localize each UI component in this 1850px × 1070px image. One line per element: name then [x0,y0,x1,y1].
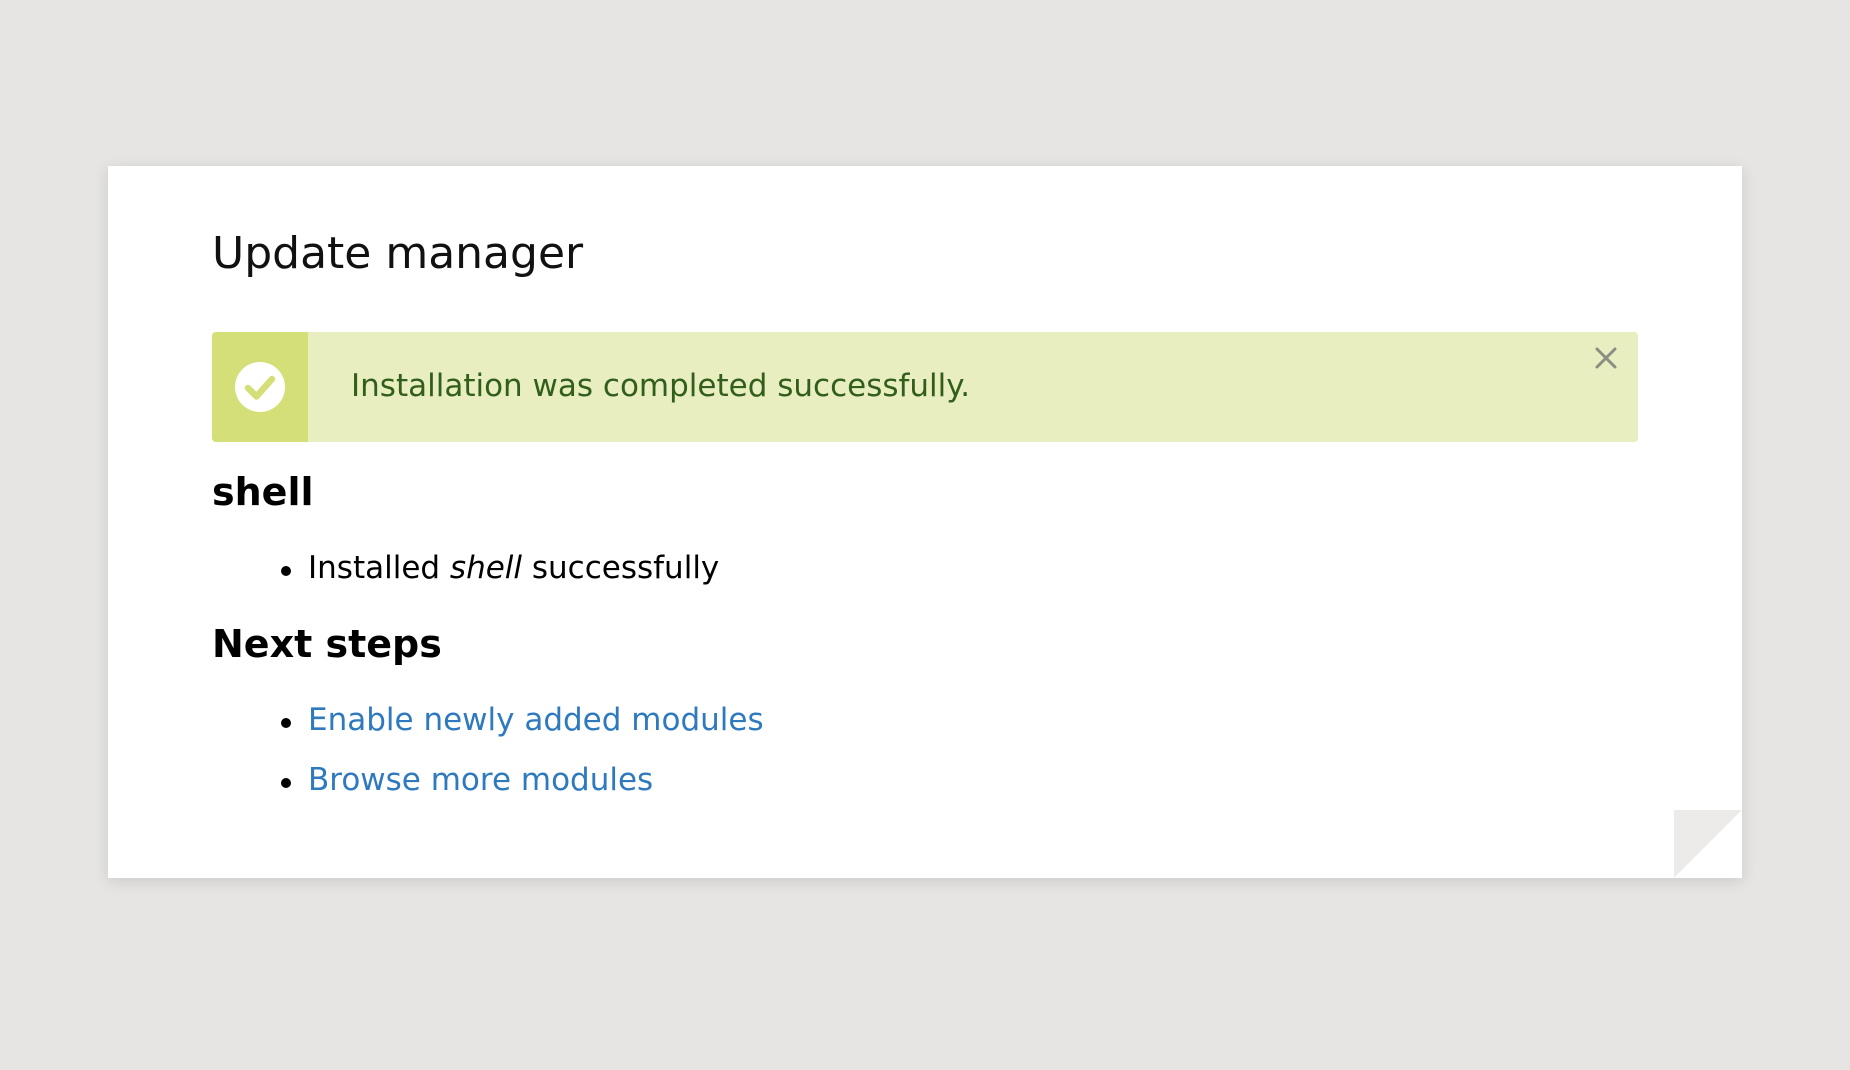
result-prefix: Installed [308,550,450,586]
project-heading: shell [212,470,314,514]
status-message-text: Installation was completed successfully. [351,368,971,404]
project-results-list: Installed shell successfully [280,548,720,588]
result-suffix: successfully [522,550,720,586]
list-item: Installed shell successfully [280,548,720,588]
list-item: Browse more modules [281,760,764,800]
page-fold-corner [1674,810,1742,878]
status-icon-panel [212,332,308,442]
next-steps-list: Enable newly added modules Browse more m… [281,700,764,821]
next-steps-heading: Next steps [212,622,442,666]
enable-modules-link[interactable]: Enable newly added modules [308,702,764,738]
page-title: Update manager [212,228,584,279]
browse-modules-link[interactable]: Browse more modules [308,762,653,798]
list-item: Enable newly added modules [281,700,764,740]
dismiss-message-button[interactable] [1588,340,1624,376]
result-project-name: shell [449,550,523,586]
check-circle-icon [235,362,285,412]
status-message: Installation was completed successfully. [212,332,1638,442]
close-icon [1595,347,1617,369]
content-card: Update manager Installation was complete… [108,166,1742,878]
